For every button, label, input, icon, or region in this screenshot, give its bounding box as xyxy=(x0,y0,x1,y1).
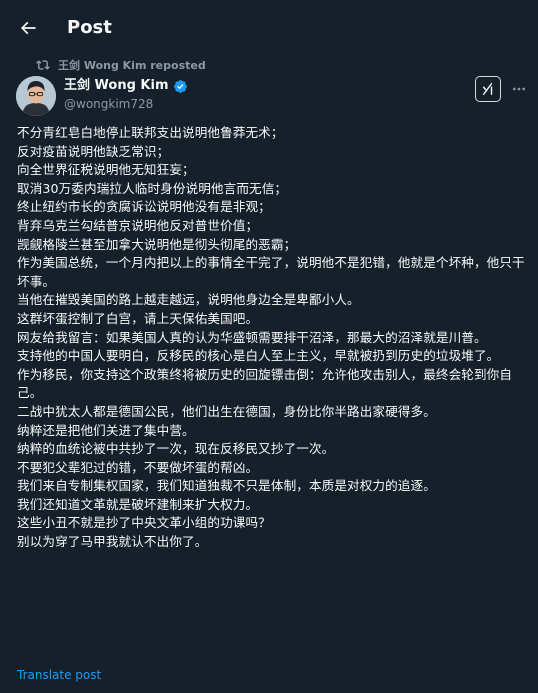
post-line: 别以为穿了马甲我就认不出你了。 xyxy=(17,534,208,550)
post-line: 我们来自专制集权国家，我们知道独裁不只是体制，本质是对权力的追逐。 xyxy=(17,478,436,494)
verified-badge-icon xyxy=(173,79,188,94)
post-line: 我们还知道文革就是破坏建制来扩大权力。 xyxy=(17,496,259,512)
author-name[interactable]: 王剑 Wong Kim xyxy=(64,78,188,94)
repost-indicator[interactable]: 王剑 Wong Kim reposted xyxy=(36,57,206,73)
post-line: 终止纽约市长的贪腐诉讼说明他没有是非观； xyxy=(17,199,271,215)
post-line: 纳粹的血统论被中共抄了一次，现在反移民又抄了一次。 xyxy=(17,441,335,457)
post-line: 觊觎格陵兰甚至加拿大说明他是彻头彻尾的恶霸； xyxy=(17,236,297,252)
post-line: 不分青红皂白地停止联邦支出说明他鲁莽无术； xyxy=(17,125,284,140)
post-line: 不要犯父辈犯过的错，不要做坏蛋的帮凶。 xyxy=(17,459,259,475)
repost-label: 王剑 Wong Kim reposted xyxy=(58,59,206,72)
post-line: 二战中犹太人都是德国公民，他们出生在德国，身份比你半路出家硬得多。 xyxy=(17,403,436,419)
post-line: 背弃乌克兰勾结普京说明他反对普世价值； xyxy=(17,217,259,233)
back-button[interactable] xyxy=(12,12,44,44)
post-line: 取消30万委内瑞拉人临时身份说明他言而无信； xyxy=(17,180,288,196)
author-display-name: 王剑 Wong Kim xyxy=(64,78,169,93)
post-line: 反对疫苗说明他缺乏常识； xyxy=(17,143,170,159)
arrow-left-icon xyxy=(20,21,36,35)
post-line: 纳粹还是把他们关进了集中营。 xyxy=(17,422,195,438)
post-line: 作为美国总统，一个月内把以上的事情全干完了，说明他不是犯错，他就是个坏种，他只干… xyxy=(17,255,525,289)
repost-icon xyxy=(36,58,50,72)
grok-button[interactable] xyxy=(475,76,501,102)
post-line: 作为移民，你支持这个政策终将被历史的回旋镖击倒：允许他攻击别人，最终会轮到你自己… xyxy=(17,366,513,401)
avatar[interactable] xyxy=(16,76,56,116)
more-icon xyxy=(513,87,525,91)
post-text: 不分青红皂白地停止联邦支出说明他鲁莽无术； 反对疫苗说明他缺乏常识； 向全世界征… xyxy=(17,124,529,552)
more-button[interactable] xyxy=(508,76,530,102)
post-line: 网友给我留言：如果美国人真的认为华盛顿需要排干沼泽，那最大的沼泽就是川普。 xyxy=(17,329,487,345)
post-line: 当他在摧毁美国的路上越走越远，说明他身边全是卑鄙小人。 xyxy=(17,292,360,308)
author-handle[interactable]: @wongkim728 xyxy=(64,96,153,112)
grok-icon xyxy=(482,83,493,95)
page-title: Post xyxy=(67,17,112,38)
post-line: 这些小丑不就是抄了中央文革小组的功课吗？ xyxy=(17,515,271,531)
post-line: 向全世界征税说明他无知狂妄； xyxy=(17,162,195,178)
translate-post-link[interactable]: Translate post xyxy=(17,667,101,683)
header-bar: Post xyxy=(0,0,538,56)
post-line: 这群坏蛋控制了白宫，请上天保佑美国吧。 xyxy=(17,310,259,326)
post-line: 支持他的中国人要明白，反移民的核心是白人至上主义，早就被扔到历史的垃圾堆了。 xyxy=(17,348,500,364)
